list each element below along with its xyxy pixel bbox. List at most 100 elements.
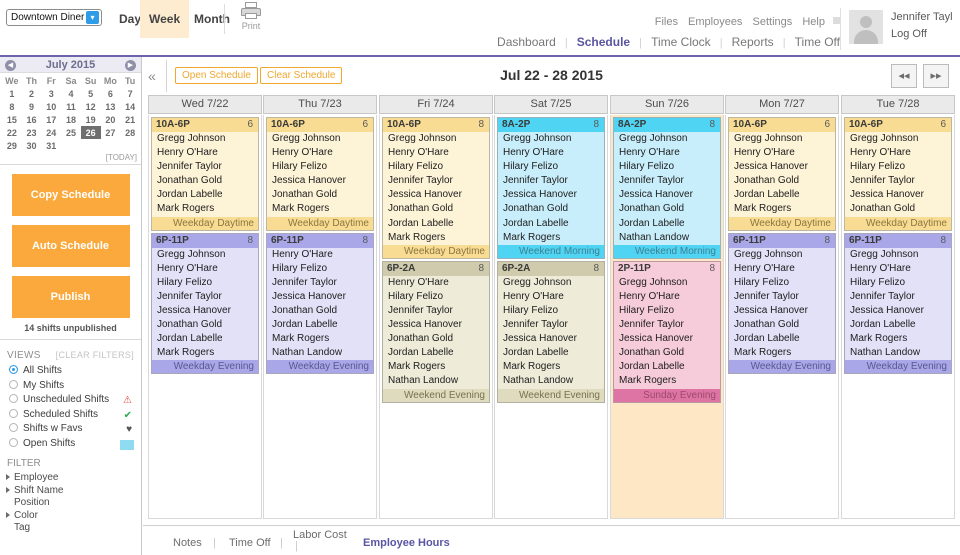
shift-employee[interactable]: Jordan Labelle — [729, 188, 835, 202]
shift-employee[interactable]: Nathan Landow — [267, 346, 373, 360]
shift-employee[interactable]: Jennifer Taylor — [845, 174, 951, 188]
calendar-day[interactable]: 30 — [22, 139, 42, 152]
shift-block[interactable]: 6P-11P 8 Gregg Johnson Henry O'Hare Hilary F… — [151, 232, 259, 375]
shift-employee[interactable]: Henry O'Hare — [845, 146, 951, 160]
shift-employee[interactable]: Jonathan Gold — [267, 304, 373, 318]
shift-employee[interactable]: Mark Rogers — [267, 202, 373, 216]
calendar-day[interactable]: 13 — [101, 100, 121, 113]
shift-employee[interactable]: Jennifer Taylor — [498, 318, 604, 332]
calendar-day[interactable]: 4 — [61, 87, 81, 100]
shift-employee[interactable]: Henry O'Hare — [498, 290, 604, 304]
shift-employee[interactable]: Jessica Hanover — [845, 304, 951, 318]
shift-employee[interactable]: Hilary Felizo — [614, 304, 720, 318]
shift-block[interactable]: 6P-11P 8 Gregg Johnson Henry O'Hare Hilary F… — [728, 232, 836, 375]
shift-employee[interactable]: Jennifer Taylor — [383, 304, 489, 318]
calendar-day[interactable]: 15 — [2, 113, 22, 126]
shift-employee[interactable]: Henry O'Hare — [383, 146, 489, 160]
tab-employee-hours[interactable]: Employee Hours — [363, 537, 450, 549]
filter-shift-name[interactable]: Shift Name — [0, 485, 141, 498]
calendar-day[interactable]: 24 — [41, 126, 61, 139]
shift-employee[interactable]: Jonathan Gold — [729, 174, 835, 188]
copy-schedule-button[interactable]: Copy Schedule — [11, 174, 130, 216]
calendar-day[interactable]: 23 — [22, 126, 42, 139]
calendar-day[interactable]: 29 — [2, 139, 22, 152]
shift-employee[interactable]: Henry O'Hare — [614, 146, 720, 160]
shift-employee[interactable]: Jonathan Gold — [383, 332, 489, 346]
shift-employee[interactable]: Gregg Johnson — [152, 248, 258, 262]
day-column[interactable]: 8A-2P 8 Gregg Johnson Henry O'Hare Hilary Fe… — [610, 115, 724, 519]
shift-employee[interactable]: Mark Rogers — [383, 231, 489, 245]
shift-employee[interactable]: Jessica Hanover — [729, 304, 835, 318]
triangle-right-icon[interactable] — [6, 486, 10, 493]
shift-employee[interactable]: Mark Rogers — [383, 360, 489, 374]
shift-employee[interactable]: Henry O'Hare — [498, 146, 604, 160]
shift-employee[interactable]: Jonathan Gold — [845, 202, 951, 216]
calendar-day[interactable]: 27 — [101, 126, 121, 139]
shift-employee[interactable]: Jessica Hanover — [267, 290, 373, 304]
shift-employee[interactable]: Jonathan Gold — [614, 202, 720, 216]
calendar-day[interactable]: 22 — [2, 126, 22, 139]
help-caret-icon[interactable] — [833, 17, 840, 24]
auto-schedule-button[interactable]: Auto Schedule — [11, 225, 130, 267]
shift-employee[interactable]: Jordan Labelle — [498, 346, 604, 360]
business-select[interactable]: Downtown Diner ▾ — [6, 9, 102, 26]
shift-employee[interactable]: Hilary Felizo — [845, 160, 951, 174]
shift-employee[interactable]: Gregg Johnson — [267, 132, 373, 146]
chevron-updown-icon[interactable]: ▾ — [86, 11, 99, 24]
shift-employee[interactable]: Henry O'Hare — [267, 248, 373, 262]
shift-employee[interactable]: Mark Rogers — [729, 346, 835, 360]
tab-notes[interactable]: Notes — [173, 537, 202, 549]
shift-employee[interactable]: Hilary Felizo — [845, 276, 951, 290]
shift-employee[interactable]: Jordan Labelle — [383, 217, 489, 231]
tab-time-off[interactable]: Time Off — [229, 537, 271, 549]
next-week-button[interactable]: ▸▸ — [923, 64, 949, 88]
calendar-day[interactable]: 11 — [61, 100, 81, 113]
calendar-day[interactable]: 10 — [41, 100, 61, 113]
calendar-today-label[interactable]: [TODAY] — [0, 152, 141, 164]
view-option-my-shifts[interactable]: My Shifts — [0, 379, 141, 395]
print-button[interactable]: Print — [232, 2, 270, 31]
log-off-link[interactable]: Log Off — [891, 28, 927, 40]
shift-employee[interactable]: Gregg Johnson — [729, 248, 835, 262]
shift-employee[interactable]: Mark Rogers — [498, 360, 604, 374]
shift-employee[interactable]: Gregg Johnson — [845, 248, 951, 262]
tab-week[interactable]: Week — [140, 0, 190, 38]
shift-block[interactable]: 6P-11P 8 Henry O'Hare Hilary Felizo Jennifer… — [266, 232, 374, 375]
shift-employee[interactable]: Hilary Felizo — [383, 290, 489, 304]
shift-employee[interactable]: Jessica Hanover — [498, 332, 604, 346]
shift-employee[interactable]: Jordan Labelle — [152, 188, 258, 202]
shift-employee[interactable]: Nathan Landow — [845, 346, 951, 360]
radio-icon[interactable] — [9, 365, 18, 374]
publish-button[interactable]: Publish — [11, 276, 130, 318]
calendar-day[interactable]: 5 — [81, 87, 101, 100]
shift-employee[interactable]: Gregg Johnson — [152, 132, 258, 146]
triangle-right-icon[interactable] — [6, 474, 10, 480]
shift-employee[interactable]: Henry O'Hare — [383, 276, 489, 290]
calendar-day[interactable]: 17 — [41, 113, 61, 126]
view-option-shifts-w-favs[interactable]: Shifts w Favs ♥ — [0, 423, 141, 438]
shift-employee[interactable]: Nathan Landow — [383, 374, 489, 388]
calendar-day[interactable]: 19 — [81, 113, 101, 126]
view-option-scheduled-shifts[interactable]: Scheduled Shifts ✔ — [0, 408, 141, 424]
clear-filters-link[interactable]: [CLEAR FILTERS] — [56, 350, 134, 360]
shift-employee[interactable]: Jonathan Gold — [267, 188, 373, 202]
shift-employee[interactable]: Jordan Labelle — [498, 217, 604, 231]
prev-week-button[interactable]: ◂◂ — [891, 64, 917, 88]
shift-block[interactable]: 10A-6P 6 Gregg Johnson Henry O'Hare Hilary F… — [266, 117, 374, 231]
shift-employee[interactable]: Jessica Hanover — [152, 304, 258, 318]
shift-employee[interactable]: Gregg Johnson — [614, 132, 720, 146]
calendar-day[interactable]: 28 — [120, 126, 140, 139]
calendar-prev-icon[interactable]: ◀ — [5, 60, 16, 71]
calendar-day[interactable]: 3 — [41, 87, 61, 100]
shift-employee[interactable]: Henry O'Hare — [845, 262, 951, 276]
shift-employee[interactable]: Gregg Johnson — [614, 276, 720, 290]
shift-employee[interactable]: Hilary Felizo — [614, 160, 720, 174]
calendar-day[interactable]: 6 — [101, 87, 121, 100]
shift-employee[interactable]: Jessica Hanover — [383, 318, 489, 332]
shift-employee[interactable]: Jordan Labelle — [845, 318, 951, 332]
shift-block[interactable]: 6P-2A 8 Gregg Johnson Henry O'Hare Hilary Fe… — [497, 260, 605, 403]
shift-block[interactable]: 8A-2P 8 Gregg Johnson Henry O'Hare Hilary Fe… — [613, 117, 721, 259]
shift-employee[interactable]: Jennifer Taylor — [614, 174, 720, 188]
calendar-day[interactable]: 25 — [61, 126, 81, 139]
day-column[interactable]: 10A-6P 6 Gregg Johnson Henry O'Hare Jennifer… — [148, 115, 262, 519]
